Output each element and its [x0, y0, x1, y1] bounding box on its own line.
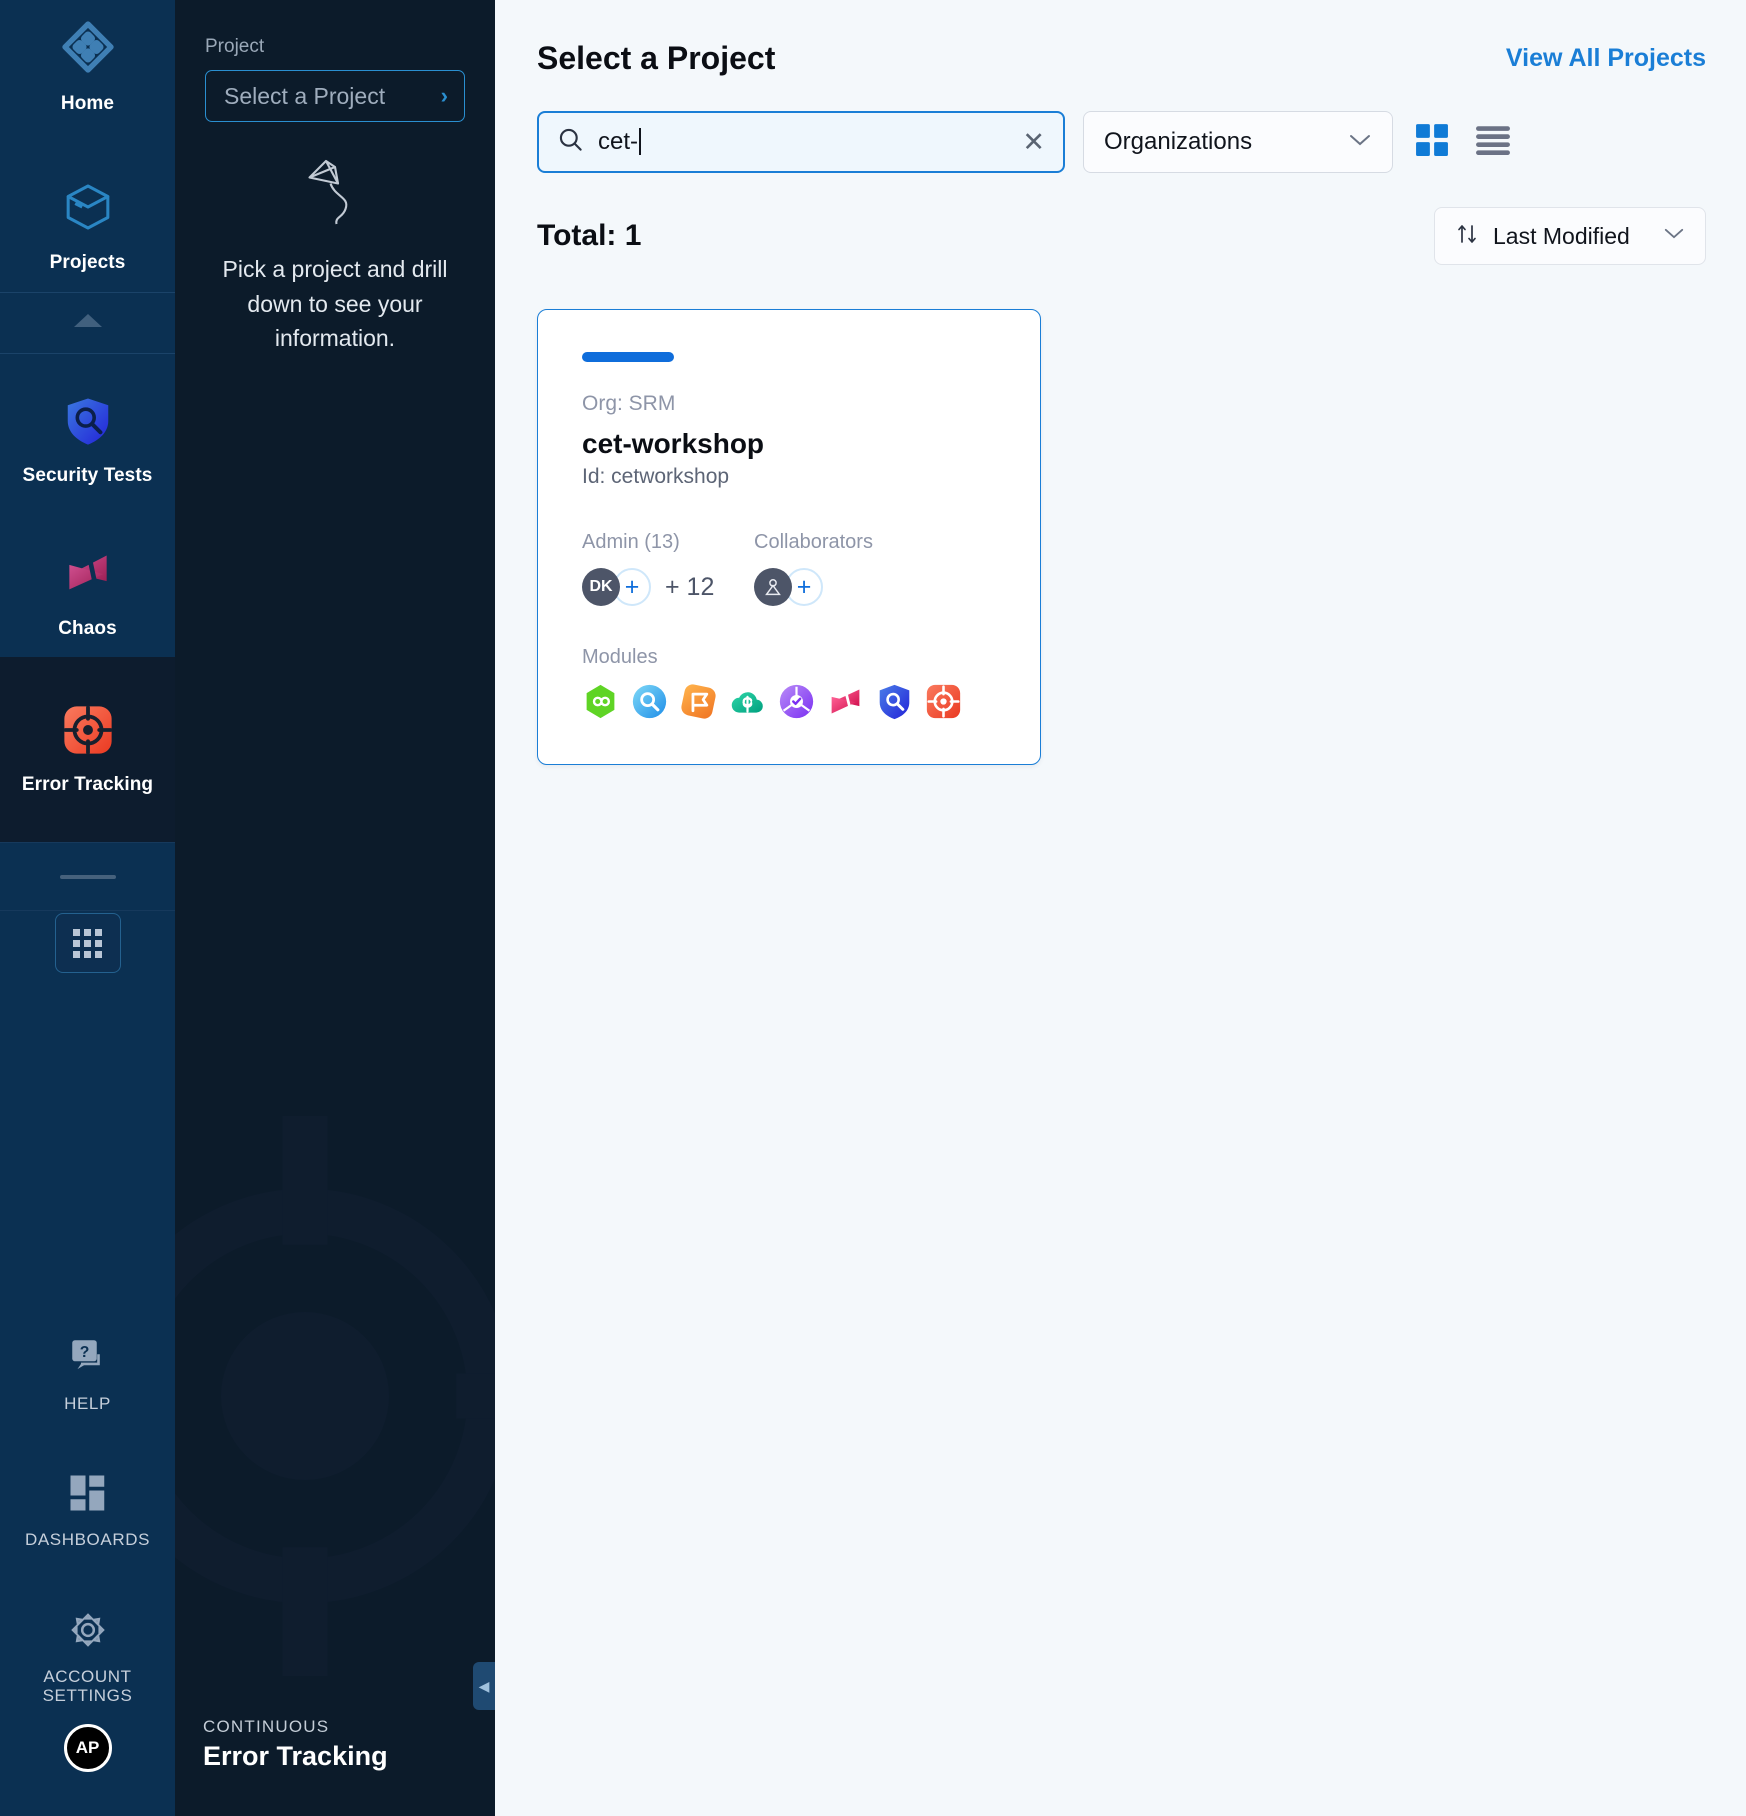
grid-view-icon[interactable] [1411, 119, 1453, 166]
chaos-module-icon[interactable] [827, 683, 864, 720]
main-content: Select a Project View All Projects cet- … [495, 0, 1746, 1816]
search-input-value: cet- [598, 128, 1008, 156]
sidebar-item-label: HELP [64, 1394, 111, 1414]
project-select-dropdown[interactable]: Select a Project › [205, 70, 465, 122]
filter-row: cet- ✕ Organizations [537, 111, 1706, 173]
search-icon [557, 126, 584, 158]
chaos-icon [60, 545, 116, 606]
chevron-down-icon [1348, 133, 1372, 152]
sidebar-item-label: Security Tests [23, 465, 153, 487]
nav-collapse-toggle[interactable] [0, 292, 175, 354]
project-name: cet-workshop [582, 428, 996, 460]
view-all-projects-link[interactable]: View All Projects [1506, 44, 1706, 73]
close-icon[interactable]: ✕ [1022, 129, 1045, 156]
project-people: Admin (13) DK + + 12 Collaborators [582, 531, 996, 606]
error-tracking-target-icon [61, 703, 115, 762]
apps-grid-icon[interactable] [55, 913, 121, 973]
total-row: Total: 1 Last Modified [537, 207, 1706, 265]
collaborators-label: Collaborators [754, 531, 926, 554]
error-tracking-module-icon[interactable] [925, 683, 962, 720]
page-title: Select a Project [537, 40, 775, 77]
projects-cube-icon [60, 179, 116, 240]
project-card-grid: Org: SRM cet-workshop Id: cetworkshop Ad… [537, 309, 1706, 765]
avatar[interactable]: AP [64, 1724, 112, 1772]
gear-icon [68, 1610, 108, 1655]
sidebar-item-error-tracking[interactable]: Error Tracking [0, 657, 175, 842]
organizations-filter-value: Organizations [1104, 128, 1252, 156]
panel-footer-title: Error Tracking [203, 1741, 388, 1772]
sidebar-item-label: Home [61, 93, 114, 115]
nav-section-divider [0, 842, 175, 910]
project-panel-label: Project [205, 36, 465, 58]
admin-column: Admin (13) DK + + 12 [582, 531, 754, 606]
sidebar-item-label: Error Tracking [22, 774, 153, 796]
kite-illustration-icon [290, 152, 380, 242]
admin-label: Admin (13) [582, 531, 754, 554]
project-panel-content: Project Select a Project › Pick a projec… [175, 0, 495, 356]
divider-line [60, 875, 116, 879]
collapse-left-icon[interactable]: ◀ [473, 1662, 495, 1710]
panel-background-target-watermark [175, 1116, 495, 1676]
user-placeholder-icon [754, 568, 792, 606]
security-tests-module-icon[interactable] [876, 683, 913, 720]
organizations-filter-dropdown[interactable]: Organizations [1083, 111, 1393, 173]
app-root: Home Projects [0, 0, 1746, 1816]
text-caret [639, 128, 641, 155]
service-reliability-module-icon[interactable] [778, 683, 815, 720]
continuous-integration-module-icon[interactable] [582, 683, 619, 720]
collaborator-avatars: + [754, 568, 926, 606]
project-select-value: Select a Project [224, 83, 385, 110]
svg-text:?: ? [79, 1344, 89, 1361]
panel-footer: CONTINUOUS Error Tracking [203, 1717, 388, 1772]
chevron-up-icon [71, 311, 105, 334]
help-question-icon: ? [67, 1335, 109, 1382]
apps-launcher-wrap [0, 910, 175, 983]
sidebar-item-label: Projects [50, 252, 126, 274]
project-panel: Project Select a Project › Pick a projec… [175, 0, 495, 1816]
chevron-right-icon: › [441, 83, 448, 109]
sort-arrows-icon [1455, 222, 1479, 251]
sidebar-item-projects[interactable]: Projects [0, 133, 175, 292]
sort-value: Last Modified [1493, 223, 1649, 250]
list-view-icon[interactable] [1471, 121, 1515, 164]
search-input[interactable]: cet- ✕ [537, 111, 1065, 173]
admin-avatars: DK + + 12 [582, 568, 754, 606]
sidebar-item-account-settings[interactable]: ACCOUNT SETTINGS [0, 1568, 175, 1724]
feature-flags-module-icon[interactable] [680, 683, 717, 720]
sidebar-item-label: ACCOUNT SETTINGS [4, 1667, 171, 1706]
main-header: Select a Project View All Projects [537, 40, 1706, 77]
sidebar-item-help[interactable]: ? HELP [0, 1317, 175, 1432]
sort-dropdown[interactable]: Last Modified [1434, 207, 1706, 265]
project-org: Org: SRM [582, 392, 996, 416]
project-card[interactable]: Org: SRM cet-workshop Id: cetworkshop Ad… [537, 309, 1041, 765]
dashboards-grid-icon [68, 1473, 108, 1518]
sidebar-item-chaos[interactable]: Chaos [0, 505, 175, 658]
chevron-down-icon [1663, 227, 1685, 245]
project-id: Id: cetworkshop [582, 465, 996, 489]
continuous-delivery-module-icon[interactable] [631, 683, 668, 720]
grid-dots [73, 929, 102, 958]
avatar: DK [582, 568, 620, 606]
sidebar-item-label: Chaos [58, 618, 117, 640]
collaborators-column: Collaborators + [754, 531, 926, 606]
cloud-cost-module-icon[interactable] [729, 683, 766, 720]
project-accent-bar [582, 352, 674, 362]
total-count: Total: 1 [537, 219, 641, 253]
panel-footer-eyebrow: CONTINUOUS [203, 1717, 388, 1737]
modules-list [582, 683, 996, 720]
project-panel-hint: Pick a project and drill down to see you… [205, 252, 465, 356]
sidebar-item-home[interactable]: Home [0, 0, 175, 133]
sidebar-item-label: DASHBOARDS [25, 1530, 150, 1550]
admin-more-count: + 12 [665, 573, 714, 602]
primary-nav-rail: Home Projects [0, 0, 175, 1816]
sidebar-item-security-tests[interactable]: Security Tests [0, 354, 175, 505]
modules-label: Modules [582, 646, 996, 669]
home-diamond-icon [59, 18, 117, 81]
security-shield-icon [61, 394, 115, 453]
sidebar-item-dashboards[interactable]: DASHBOARDS [0, 1431, 175, 1568]
